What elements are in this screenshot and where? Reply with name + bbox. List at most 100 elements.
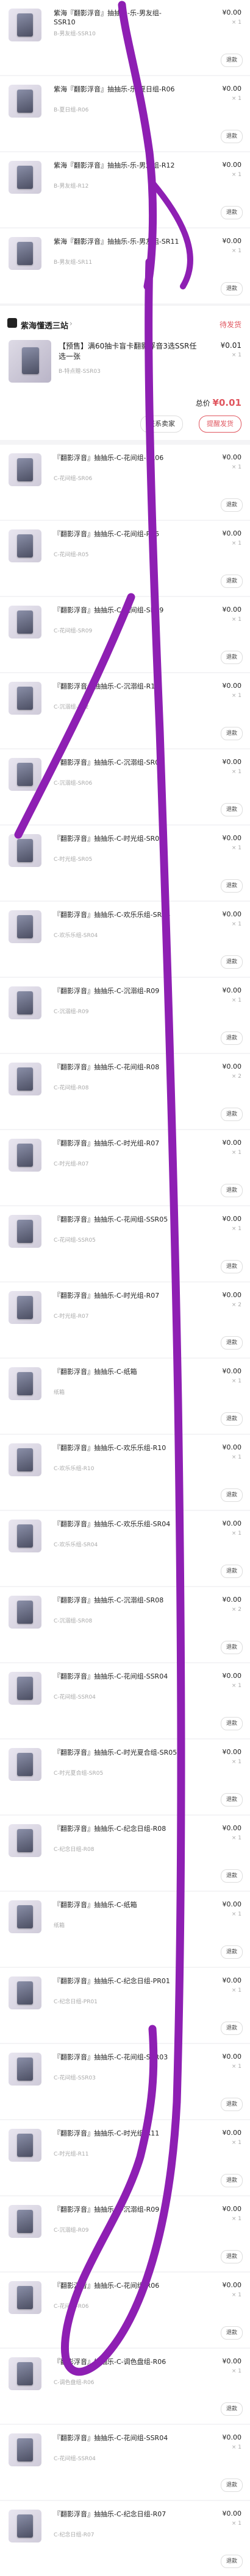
list-item[interactable]: 『翻影浮音』抽抽乐-C-花间组-SSR05 C-花间组-SSR05 ¥0.00 × 1…: [0, 1206, 250, 1281]
product-thumbnail[interactable]: [9, 1824, 41, 1857]
list-item[interactable]: 『翻影浮音』抽抽乐-C-时光组-SR05 C-时光组-SR05 ¥0.00 × 1 退款: [0, 826, 250, 901]
product-title[interactable]: 『翻影浮音』抽抽乐-C-沉溺组-SR08: [54, 1596, 182, 1605]
refund-button[interactable]: 退款: [220, 54, 243, 67]
product-thumbnail[interactable]: [9, 758, 41, 791]
product-title[interactable]: 紫海『翻影浮音』抽抽乐-乐-男友组-SSR10: [54, 9, 182, 27]
refund-button[interactable]: 退款: [220, 1717, 243, 1730]
product-thumbnail[interactable]: [9, 1139, 41, 1172]
list-item[interactable]: 『翻影浮音』抽抽乐-C-沉溺组-SR08 C-沉溺组-SR08 ¥0.00 × 2 退款: [0, 1587, 250, 1662]
product-thumbnail[interactable]: [9, 2129, 41, 2162]
product-title[interactable]: 『翻影浮音』抽抽乐-C-花间组-SSR04: [54, 2433, 182, 2443]
product-title[interactable]: 『翻影浮音』抽抽乐-C-时光组-R07: [54, 1139, 182, 1148]
product-thumbnail[interactable]: [9, 1367, 41, 1400]
product-thumbnail[interactable]: [9, 682, 41, 715]
list-item[interactable]: 『翻影浮音』抽抽乐-C-调色盘组-R06 C-调色盘组-R06 ¥0.00 × 1 退款: [0, 2349, 250, 2424]
list-item[interactable]: 『翻影浮音』抽抽乐-C-花间组-SR09 C-花间组-SR09 ¥0.00 × 1 退款: [0, 597, 250, 672]
product-thumbnail[interactable]: [9, 910, 41, 943]
refund-button[interactable]: 退款: [220, 2022, 243, 2035]
list-item[interactable]: 『翻影浮音』抽抽乐-C-纪念日组-R07 C-纪念日组-R07 ¥0.00 × 1 退款: [0, 2501, 250, 2576]
list-item[interactable]: 紫海『翻影浮音』抽抽乐-乐-男友组-SSR10 B-男友组-SSR10 ¥0.00 ×…: [0, 0, 250, 75]
product-thumbnail[interactable]: [9, 834, 41, 867]
list-item[interactable]: 『翻影浮音』抽抽乐-C-纪念日组-PR01 C-纪念日组-PR01 ¥0.00 × 1…: [0, 1968, 250, 2043]
product-thumbnail[interactable]: [9, 453, 41, 486]
list-item[interactable]: 『翻影浮音』抽抽乐-C-花间组-SR06 C-花间组-SR06 ¥0.00 × 1 退款: [0, 445, 250, 520]
product-title[interactable]: 『翻影浮音』抽抽乐-C-时光组-R07: [54, 1291, 182, 1300]
product-title[interactable]: 『翻影浮音』抽抽乐-C-沉溺组-R09: [54, 2205, 182, 2214]
refund-button[interactable]: 退款: [220, 2555, 243, 2568]
list-item[interactable]: 『翻影浮音』抽抽乐-C-欢乐乐组-SR04 C-欢乐乐组-SR04 ¥0.00 × 1…: [0, 902, 250, 977]
refund-button[interactable]: 退款: [220, 2250, 243, 2263]
list-item[interactable]: 『翻影浮音』抽抽乐-C-时光组-R07 C-时光组-R07 ¥0.00 × 2 退款: [0, 1283, 250, 1357]
product-title[interactable]: 『翻影浮音』抽抽乐-C-花间组-R06: [54, 2281, 182, 2290]
product-title[interactable]: 紫海『翻影浮音』抽抽乐-乐-男友组-SR11: [54, 237, 182, 246]
product-title[interactable]: 『翻影浮音』抽抽乐-C-花间组-SR06: [54, 453, 182, 462]
product-title[interactable]: 『翻影浮音』抽抽乐-C-花间组-R05: [54, 529, 182, 539]
list-item[interactable]: 『翻影浮音』抽抽乐-C-时光组-R11 C-时光组-R11 ¥0.00 × 1 退款: [0, 2120, 250, 2195]
product-title[interactable]: 『翻影浮音』抽抽乐-C-时光夏合组-SR05: [54, 1748, 182, 1757]
list-item[interactable]: 『翻影浮音』抽抽乐-C-时光组-R07 C-时光组-R07 ¥0.00 × 1 退款: [0, 1130, 250, 1205]
refund-button[interactable]: 退款: [220, 575, 243, 588]
remind-ship-button[interactable]: 提醒发货: [199, 416, 241, 433]
product-title[interactable]: 『翻影浮音』抽抽乐-C-花间组-SSR04: [54, 1672, 182, 1681]
product-title[interactable]: 『翻影浮音』抽抽乐-C-花间组-SSR05: [54, 1215, 182, 1224]
refund-button[interactable]: 退款: [220, 955, 243, 969]
list-item[interactable]: 『翻影浮音』抽抽乐-C-花间组-SSR04 C-花间组-SSR04 ¥0.00 × 1…: [0, 1663, 250, 1738]
list-item[interactable]: 『翻影浮音』抽抽乐-C-欢乐乐组-R10 C-欢乐乐组-R10 ¥0.00 × 1 退款: [0, 1435, 250, 1510]
refund-button[interactable]: 退款: [220, 498, 243, 512]
product-title[interactable]: 『翻影浮音』抽抽乐-C-花间组-SR09: [54, 606, 182, 615]
list-item[interactable]: 紫海『翻影浮音』抽抽乐-乐-男友组-R12 B-男友组-R12 ¥0.00 × 1 退款: [0, 152, 250, 227]
list-item[interactable]: 『翻影浮音』抽抽乐-C-欢乐乐组-SR04 C-欢乐乐组-SR04 ¥0.00 × 1…: [0, 1511, 250, 1586]
refund-button[interactable]: 退款: [220, 803, 243, 816]
product-thumbnail[interactable]: [9, 2357, 41, 2390]
refund-button[interactable]: 退款: [220, 727, 243, 740]
product-thumbnail[interactable]: [9, 606, 41, 639]
shop-order-card[interactable]: 紫海懂透三站 › 待发货 【预售】满60抽卡盲卡翻影浮音3选SSR任选一张 B-…: [0, 306, 250, 440]
refund-button[interactable]: 退款: [220, 1945, 243, 1959]
product-thumbnail[interactable]: [9, 161, 41, 194]
list-item[interactable]: 紫海『翻影浮音』抽抽乐-乐-夏日组-R06 B-夏日组-R06 ¥0.00 × 1 退款: [0, 76, 250, 151]
product-title[interactable]: 『翻影浮音』抽抽乐-C-调色盘组-R06: [54, 2357, 182, 2366]
product-thumbnail[interactable]: [9, 2205, 41, 2238]
product-thumbnail[interactable]: [9, 2433, 41, 2466]
product-title[interactable]: 【预售】满60抽卡盲卡翻影浮音3选SSR任选一张: [59, 341, 199, 362]
contact-seller-button[interactable]: 联系卖家: [140, 416, 183, 433]
shop-name[interactable]: 紫海懂透三站: [21, 319, 68, 331]
product-thumbnail[interactable]: [9, 1520, 41, 1552]
refund-button[interactable]: 退款: [220, 1565, 243, 1578]
product-title[interactable]: 紫海『翻影浮音』抽抽乐-乐-男友组-R12: [54, 161, 182, 170]
product-thumbnail[interactable]: [9, 1596, 41, 1629]
refund-button[interactable]: 退款: [220, 1260, 243, 1273]
product-thumbnail[interactable]: [9, 1748, 41, 1781]
product-thumbnail[interactable]: [9, 1900, 41, 1933]
refund-button[interactable]: 退款: [220, 1641, 243, 1654]
product-thumbnail[interactable]: [9, 2053, 41, 2086]
list-item[interactable]: 『翻影浮音』抽抽乐-C-时光夏合组-SR05 C-时光夏合组-SR05 ¥0.00 ×…: [0, 1739, 250, 1814]
product-title[interactable]: 『翻影浮音』抽抽乐-C-花间组-SSR03: [54, 2053, 182, 2062]
refund-button[interactable]: 退款: [220, 651, 243, 664]
refund-button[interactable]: 退款: [220, 879, 243, 893]
refund-button[interactable]: 退款: [220, 1488, 243, 1502]
product-title[interactable]: 『翻影浮音』抽抽乐-C-欢乐乐组-R10: [54, 1443, 182, 1453]
refund-button[interactable]: 退款: [220, 1031, 243, 1045]
list-item[interactable]: 『翻影浮音』抽抽乐-C-沉溺组-R09 C-沉溺组-R09 ¥0.00 × 1 退款: [0, 978, 250, 1053]
product-title[interactable]: 『翻影浮音』抽抽乐-C-纸箱: [54, 1900, 182, 1909]
product-title[interactable]: 『翻影浮音』抽抽乐-C-纪念日组-PR01: [54, 1976, 182, 1986]
refund-button[interactable]: 退款: [220, 2326, 243, 2340]
refund-button[interactable]: 退款: [220, 1336, 243, 1350]
product-thumbnail[interactable]: [9, 1672, 41, 1705]
product-thumbnail[interactable]: [9, 2510, 41, 2542]
product-thumbnail[interactable]: [9, 529, 41, 562]
product-title[interactable]: 『翻影浮音』抽抽乐-C-纪念日组-R08: [54, 1824, 182, 1833]
product-thumbnail[interactable]: [9, 85, 41, 118]
list-item[interactable]: 『翻影浮音』抽抽乐-C-纸箱 纸箱 ¥0.00 × 1 退款: [0, 1892, 250, 1967]
refund-button[interactable]: 退款: [220, 130, 243, 143]
product-thumbnail[interactable]: [9, 237, 41, 270]
product-thumbnail[interactable]: [9, 2281, 41, 2314]
product-title[interactable]: 『翻影浮音』抽抽乐-C-花间组-R08: [54, 1063, 182, 1072]
list-item[interactable]: 『翻影浮音』抽抽乐-C-纪念日组-R08 C-纪念日组-R08 ¥0.00 × 1 退款: [0, 1816, 250, 1891]
product-title[interactable]: 『翻影浮音』抽抽乐-C-时光组-SR05: [54, 834, 182, 843]
product-thumbnail[interactable]: [9, 1063, 41, 1095]
product-thumbnail[interactable]: [9, 9, 41, 41]
list-item[interactable]: 紫海『翻影浮音』抽抽乐-乐-男友组-SR11 B-男友组-SR11 ¥0.00 × 1…: [0, 228, 250, 303]
list-item[interactable]: 『翻影浮音』抽抽乐-C-纸箱 纸箱 ¥0.00 × 1 退款: [0, 1359, 250, 1434]
